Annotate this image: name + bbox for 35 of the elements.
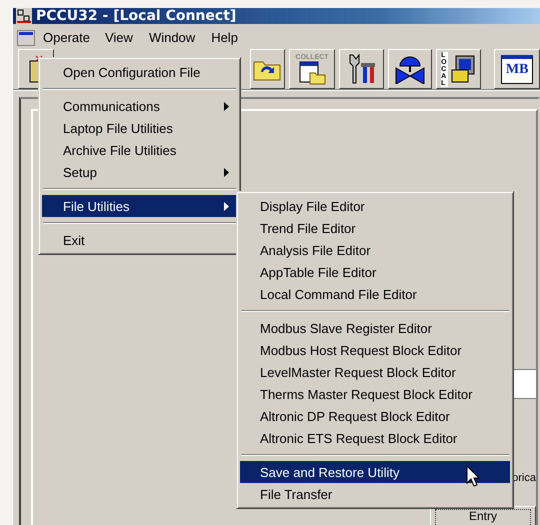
menu-bar-item[interactable]: Window	[142, 26, 202, 49]
menu-item[interactable]: File Utilities	[42, 195, 237, 217]
window-folder-icon	[298, 60, 326, 84]
menu-item[interactable]: AppTable File Editor	[240, 261, 510, 283]
menu-item[interactable]: Laptop File Utilities	[42, 117, 237, 139]
modbus-label: MB	[501, 54, 534, 84]
window-title: PCCU32 - [Local Connect]	[36, 8, 236, 24]
menu-item[interactable]: Archive File Utilities	[42, 139, 237, 161]
menu-item[interactable]: Setup	[42, 161, 237, 183]
computer-icon	[450, 54, 476, 84]
menu-item[interactable]: Local Command File Editor	[240, 283, 510, 305]
menu-bar-item[interactable]: View	[98, 26, 140, 49]
menu-item[interactable]: Altronic DP Request Block Editor	[240, 405, 510, 427]
menu-item[interactable]: Analysis File Editor	[240, 239, 510, 261]
toolbar-button[interactable]	[388, 49, 432, 89]
menu-item[interactable]: Open Configuration File	[42, 61, 237, 83]
toolbar-button[interactable]: MB	[494, 49, 540, 89]
mouse-pointer-icon	[466, 465, 480, 487]
menu-bar-item[interactable]: Operate	[37, 27, 96, 48]
toolbar-button[interactable]	[338, 49, 384, 89]
menu-item[interactable]: Altronic ETS Request Block Editor	[240, 427, 510, 449]
menu-item[interactable]: Exit	[42, 229, 237, 251]
menu-item[interactable]: Trend File Editor	[240, 217, 510, 239]
menu-item[interactable]: Modbus Host Request Block Editor	[240, 339, 510, 361]
valve-icon	[394, 54, 426, 84]
document-icon[interactable]	[17, 30, 35, 46]
menu-bar-item[interactable]: Help	[204, 26, 245, 49]
menu-item[interactable]: Therms Master Request Block Editor	[240, 383, 510, 405]
toolbar-button[interactable]	[250, 49, 286, 89]
menu-item[interactable]: File Transfer	[240, 483, 510, 505]
menu-item[interactable]: Modbus Slave Register Editor	[240, 317, 510, 339]
menu-item[interactable]: LevelMaster Request Block Editor	[240, 361, 510, 383]
menu-item[interactable]: Communications	[42, 95, 237, 117]
menu-item[interactable]: Display File Editor	[240, 195, 510, 217]
menu-item[interactable]: Save and Restore Utility	[240, 461, 510, 483]
